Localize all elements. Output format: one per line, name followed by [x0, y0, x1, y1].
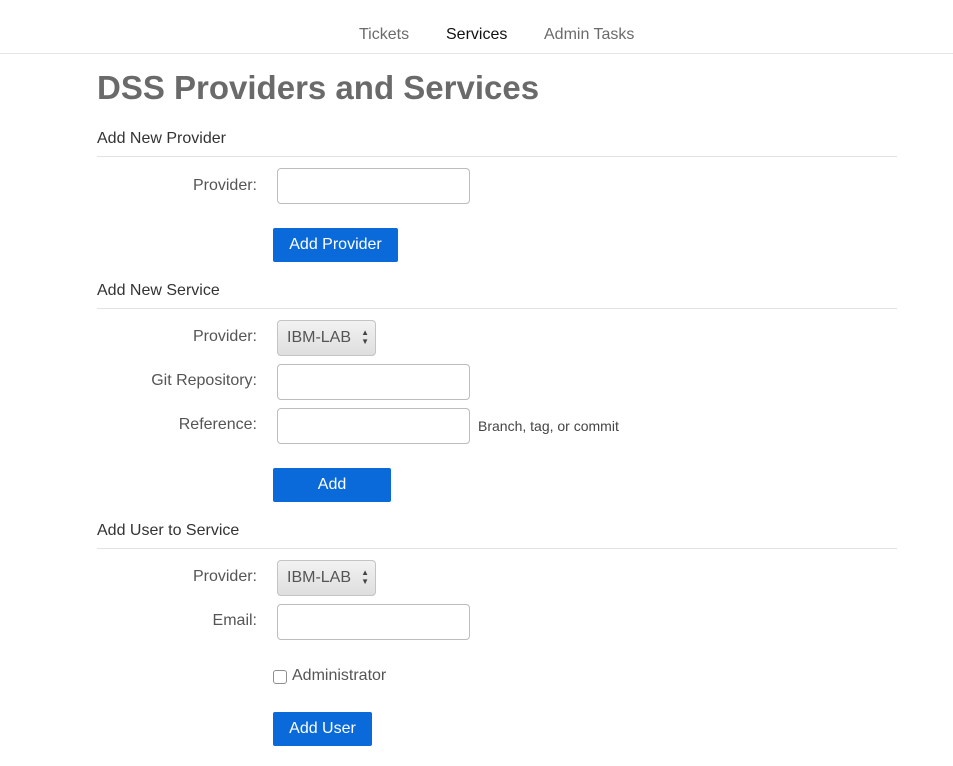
select-arrows-icon: ▲ ▼	[361, 568, 369, 586]
git-repository-input[interactable]	[277, 364, 470, 400]
nav-services-link[interactable]: Services	[446, 26, 507, 44]
administrator-checkbox-label[interactable]: Administrator	[292, 667, 386, 685]
top-navigation: Tickets Services Admin Tasks	[0, 0, 953, 54]
user-provider-select[interactable]: IBM-LAB ▲ ▼	[277, 560, 376, 596]
section-heading-add-service: Add New Service	[97, 282, 220, 299]
add-service-button[interactable]: Add Service	[273, 468, 391, 527]
email-input[interactable]	[277, 604, 470, 640]
nav-admin-tasks-link[interactable]: Admin Tasks	[544, 26, 634, 44]
add-provider-button[interactable]: Add Provider	[273, 228, 398, 262]
section-divider	[97, 156, 897, 157]
service-provider-selected-value: IBM-LAB	[287, 329, 352, 346]
section-heading-add-provider: Add New Provider	[97, 130, 226, 147]
service-provider-label: Provider:	[192, 328, 257, 345]
email-label: Email:	[212, 612, 257, 629]
reference-help-text: Branch, tag, or commit	[478, 418, 619, 434]
nav-tickets-link[interactable]: Tickets	[359, 26, 409, 44]
add-user-button[interactable]: Add User	[273, 712, 372, 746]
section-divider	[97, 548, 897, 549]
user-provider-label: Provider:	[192, 568, 257, 585]
provider-name-label: Provider:	[192, 177, 257, 194]
select-arrows-icon: ▲ ▼	[361, 328, 369, 346]
section-divider	[97, 308, 897, 309]
reference-label: Reference:	[178, 416, 257, 433]
user-provider-selected-value: IBM-LAB	[287, 569, 352, 586]
section-heading-add-user: Add User to Service	[97, 522, 240, 539]
reference-input[interactable]	[277, 408, 470, 444]
service-provider-select[interactable]: IBM-LAB ▲ ▼	[277, 320, 376, 356]
administrator-checkbox[interactable]	[273, 670, 287, 684]
git-repository-label: Git Repository:	[151, 372, 257, 389]
page-title: DSS Providers and Services	[97, 69, 540, 106]
provider-name-input[interactable]	[277, 168, 470, 204]
